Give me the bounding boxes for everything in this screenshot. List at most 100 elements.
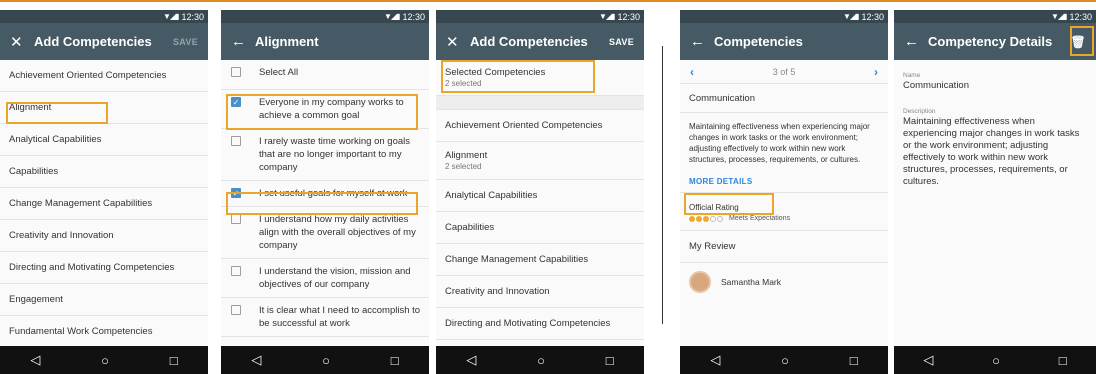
competency-list-item[interactable]: Directing and Motivating Competencies: [436, 308, 644, 340]
back-nav-icon[interactable]: ◁: [710, 352, 720, 368]
status-bar: ▼◢▮ 12:30: [436, 10, 644, 23]
competency-list: Selected Competencies 2 selected Achieve…: [436, 60, 644, 346]
signal-icon: ▼◢▮: [1050, 12, 1068, 21]
status-bar: ▼◢▮ 12:30: [221, 10, 429, 23]
question-label: I understand the vision, mission and obj…: [259, 266, 411, 290]
home-nav-icon[interactable]: ○: [537, 353, 545, 368]
competency-list-item[interactable]: Capabilities: [0, 156, 208, 188]
checkbox-checked-icon[interactable]: ✓: [231, 97, 241, 107]
app-bar: ✕ Add Competencies SAVE: [436, 23, 644, 60]
save-button[interactable]: SAVE: [609, 37, 634, 47]
recents-nav-icon[interactable]: □: [170, 353, 178, 368]
app-bar: ← Competency Details 🗑: [894, 23, 1096, 60]
competency-list-item[interactable]: Alignment: [0, 92, 208, 124]
competency-name: Communication: [689, 92, 755, 104]
phone-competencies: ▼◢▮ 12:30 ← Competencies ‹ 3 of 5 › Comm…: [680, 10, 888, 374]
recents-nav-icon[interactable]: □: [391, 353, 399, 368]
competency-list-item[interactable]: Fundamental Work Competencies: [0, 316, 208, 346]
signal-icon: ▼◢▮: [842, 12, 860, 21]
competency-label: Analytical Capabilities: [9, 134, 102, 145]
competency-description: Maintaining effectiveness when experienc…: [689, 122, 870, 164]
competency-name-section: Communication: [680, 84, 888, 113]
competency-label: Directing and Motivating Competencies: [445, 318, 611, 329]
competency-list-item[interactable]: Creativity and Innovation: [436, 276, 644, 308]
close-icon[interactable]: ✕: [10, 33, 34, 51]
question-row[interactable]: ✓ I set useful goals for myself at work: [221, 181, 429, 207]
recents-nav-icon[interactable]: □: [606, 353, 614, 368]
recents-nav-icon[interactable]: □: [850, 353, 858, 368]
competency-list-item[interactable]: Change Management Capabilities: [0, 188, 208, 220]
competency-list-item[interactable]: Alignment 2 selected: [436, 142, 644, 180]
competency-list-item[interactable]: Creativity and Innovation: [0, 220, 208, 252]
question-row[interactable]: I rarely waste time working on goals tha…: [221, 129, 429, 181]
back-nav-icon[interactable]: ◁: [30, 352, 40, 368]
competency-label: Capabilities: [445, 222, 495, 233]
competency-list-item[interactable]: Achievement Oriented Competencies: [0, 60, 208, 92]
back-arrow-icon[interactable]: ←: [904, 33, 928, 50]
reviewer-row[interactable]: Samantha Mark: [680, 263, 888, 301]
competency-label: Change Management Capabilities: [445, 254, 589, 265]
more-details-link[interactable]: MORE DETAILS: [680, 171, 888, 192]
checkbox-icon[interactable]: [231, 136, 241, 146]
name-value: Communication: [903, 80, 969, 91]
checkbox-checked-icon[interactable]: ✓: [231, 188, 241, 198]
competency-list: Achievement Oriented Competencies Alignme…: [0, 60, 208, 346]
question-row[interactable]: It is clear what I need to accomplish to…: [221, 298, 429, 337]
competency-list-item[interactable]: Analytical Capabilities: [0, 124, 208, 156]
phone-add-competencies: ▼◢▮ 12:30 ✕ Add Competencies SAVE Achiev…: [0, 10, 208, 374]
page-title: Add Competencies: [470, 34, 588, 49]
home-nav-icon[interactable]: ○: [322, 353, 330, 368]
trash-icon[interactable]: 🗑: [1070, 35, 1086, 49]
description-label: Description: [903, 108, 936, 115]
chevron-right-icon[interactable]: ›: [874, 65, 878, 79]
home-nav-icon[interactable]: ○: [781, 353, 789, 368]
question-row[interactable]: ✓ Everyone in my company works to achieve…: [221, 90, 429, 129]
signal-icon: ▼◢▮: [383, 12, 401, 21]
screen-divider: [662, 46, 663, 324]
checkbox-icon[interactable]: [231, 305, 241, 315]
question-row[interactable]: I understand how my daily activities ali…: [221, 207, 429, 259]
back-nav-icon[interactable]: ◁: [251, 352, 261, 368]
name-label: Name: [903, 72, 921, 79]
question-label: I rarely waste time working on goals tha…: [259, 136, 411, 173]
checkbox-icon[interactable]: [231, 214, 241, 224]
my-review-heading: My Review: [680, 231, 888, 263]
checkbox-icon[interactable]: [231, 266, 241, 276]
competency-list-item[interactable]: Engagement: [0, 284, 208, 316]
selected-competencies-row[interactable]: Selected Competencies 2 selected: [436, 60, 644, 96]
competency-label: Change Management Capabilities: [9, 198, 153, 209]
status-bar: ▼◢▮ 12:30: [680, 10, 888, 23]
system-nav-bar: ◁ ○ □: [436, 346, 644, 374]
system-nav-bar: ◁ ○ □: [894, 346, 1096, 374]
back-arrow-icon[interactable]: ←: [690, 33, 714, 50]
question-row[interactable]: I understand the vision, mission and obj…: [221, 259, 429, 298]
rating-dot-filled-icon: [703, 215, 709, 222]
competency-list-item[interactable]: Achievement Oriented Competencies: [436, 110, 644, 142]
app-bar: ← Competencies: [680, 23, 888, 60]
competency-list-item[interactable]: Directing and Motivating Competencies: [0, 252, 208, 284]
selected-competencies-label: Selected Competencies: [445, 67, 546, 78]
competency-list-item[interactable]: Capabilities: [436, 212, 644, 244]
home-nav-icon[interactable]: ○: [992, 353, 1000, 368]
chevron-left-icon[interactable]: ‹: [690, 65, 694, 79]
checkbox-icon[interactable]: [231, 67, 241, 77]
recents-nav-icon[interactable]: □: [1059, 353, 1067, 368]
close-icon[interactable]: ✕: [446, 33, 470, 51]
question-label: I understand how my daily activities ali…: [259, 214, 416, 251]
back-nav-icon[interactable]: ◁: [923, 352, 933, 368]
save-button[interactable]: SAVE: [173, 37, 198, 47]
rating-dot-empty-icon: [717, 215, 723, 222]
back-nav-icon[interactable]: ◁: [466, 352, 476, 368]
competency-list-item[interactable]: Change Management Capabilities: [436, 244, 644, 276]
back-arrow-icon[interactable]: ←: [231, 33, 255, 50]
system-nav-bar: ◁ ○ □: [680, 346, 888, 374]
page-title: Competencies: [714, 34, 803, 49]
page-title: Add Competencies: [34, 34, 152, 49]
home-nav-icon[interactable]: ○: [101, 353, 109, 368]
status-time: 12:30: [1069, 11, 1092, 22]
page-title: Alignment: [255, 34, 319, 49]
app-bar: ← Alignment: [221, 23, 429, 60]
select-all-row[interactable]: Select All: [221, 60, 429, 90]
question-label: It is clear what I need to accomplish to…: [259, 305, 421, 329]
competency-list-item[interactable]: Analytical Capabilities: [436, 180, 644, 212]
